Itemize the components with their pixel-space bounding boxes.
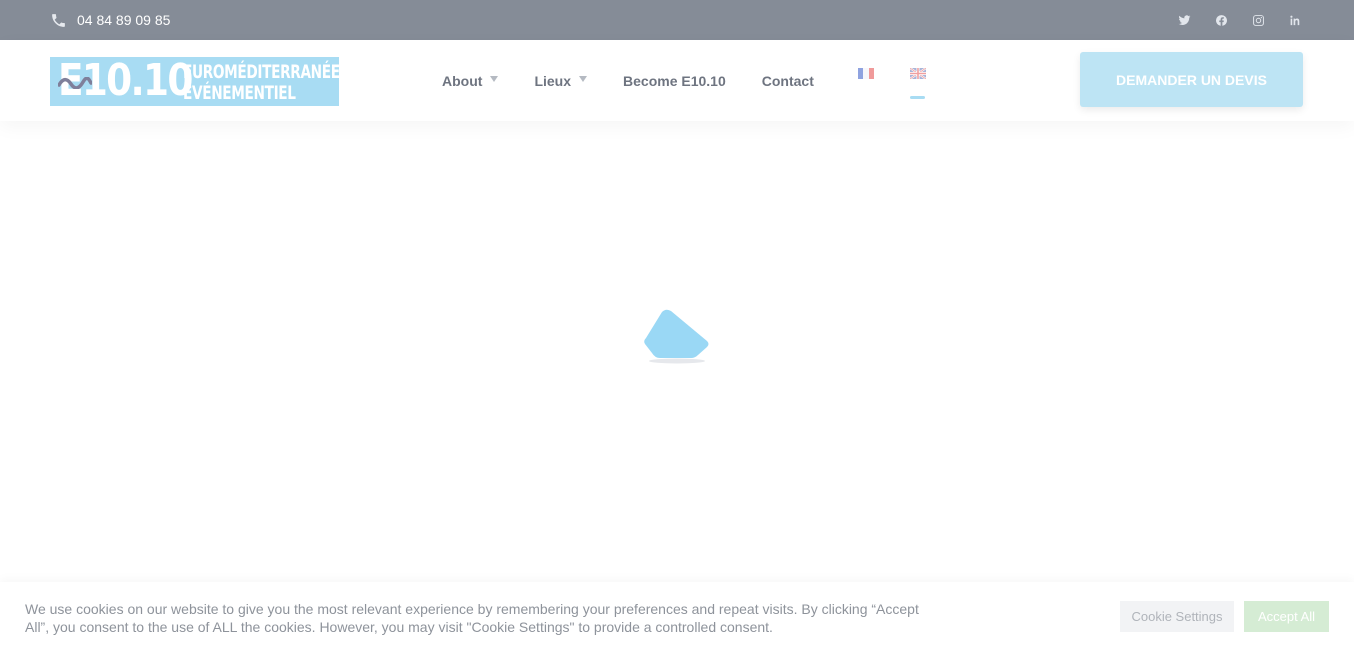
- wave-icon: [58, 77, 92, 89]
- nav-item-label: Contact: [761, 72, 814, 89]
- nav-item-label: Become E10.10: [623, 72, 726, 89]
- caret-down-icon: [490, 75, 499, 82]
- facebook-icon[interactable]: [1215, 14, 1228, 27]
- cookie-consent-bar: We use cookies on our website to give yo…: [0, 582, 1354, 651]
- site-header: E10.10 EUROMÉDITERRANÉE ÉVÉNEMENTIEL Abo…: [0, 40, 1354, 121]
- nav-item-about[interactable]: About: [442, 72, 499, 89]
- nav-item-become[interactable]: Become E10.10: [623, 73, 726, 89]
- twitter-icon[interactable]: [1178, 14, 1191, 27]
- top-bar: 04 84 89 09 85: [0, 0, 1354, 40]
- nav-item-contact[interactable]: Contact: [762, 73, 814, 89]
- active-language-indicator: [910, 96, 925, 99]
- site-logo[interactable]: E10.10 EUROMÉDITERRANÉE ÉVÉNEMENTIEL: [50, 57, 339, 106]
- en-flag-icon[interactable]: [910, 68, 926, 79]
- linkedin-icon[interactable]: [1289, 14, 1302, 27]
- accept-all-button[interactable]: Accept All: [1244, 601, 1329, 632]
- logo-mark: E10.10: [50, 57, 193, 106]
- instagram-icon[interactable]: [1252, 14, 1265, 27]
- cookie-message: We use cookies on our website to give yo…: [25, 601, 919, 635]
- main-nav: About Lieux Become E10.10 Contact: [442, 40, 850, 121]
- phone-link[interactable]: 04 84 89 09 85: [50, 0, 170, 40]
- logo-words: EUROMÉDITERRANÉE ÉVÉNEMENTIEL: [183, 62, 339, 104]
- nav-item-label: About: [442, 72, 483, 89]
- request-quote-button[interactable]: DEMANDER UN DEVIS: [1080, 52, 1303, 107]
- loading-spinner-icon: [644, 309, 709, 364]
- logo-line-2: ÉVÉNEMENTIEL: [183, 82, 296, 104]
- social-links: [1178, 0, 1302, 40]
- scrollbar[interactable]: [1354, 0, 1366, 651]
- phone-number: 04 84 89 09 85: [77, 12, 171, 28]
- nav-item-label: Lieux: [534, 72, 572, 89]
- fr-flag-icon[interactable]: [858, 68, 874, 79]
- logo-line-1: EUROMÉDITERRANÉE: [183, 61, 339, 83]
- nav-item-lieux[interactable]: Lieux: [534, 72, 588, 89]
- caret-down-icon: [579, 75, 588, 82]
- phone-icon: [52, 13, 65, 27]
- cookie-settings-button[interactable]: Cookie Settings: [1120, 601, 1234, 632]
